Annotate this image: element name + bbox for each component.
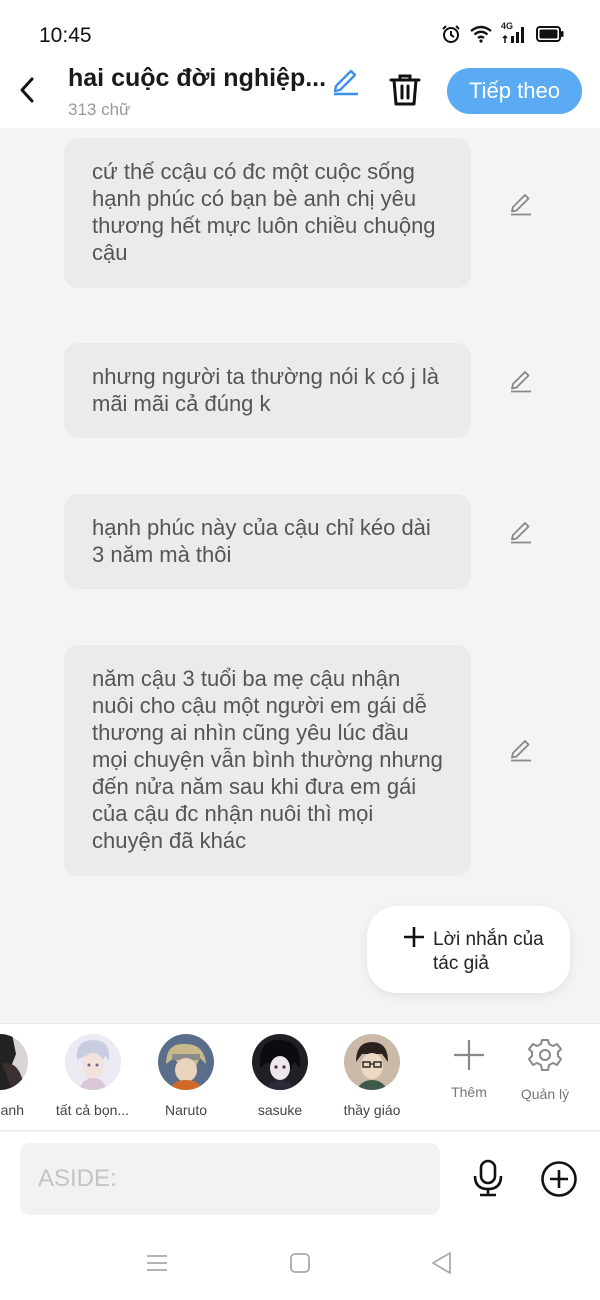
composer — [0, 1132, 600, 1224]
back-triangle-icon — [432, 1252, 451, 1274]
aside-input[interactable] — [20, 1143, 440, 1215]
home-nav-button[interactable] — [287, 1250, 313, 1276]
author-note-label: Lời nhắn của tác giả — [433, 929, 544, 974]
pencil-icon — [333, 69, 358, 96]
character-name: Naruto — [164, 1102, 208, 1118]
pencil-icon — [511, 194, 531, 216]
message-bubble[interactable]: nhưng người ta thường nói k có j là mãi … — [64, 343, 471, 438]
character-item[interactable]: anh — [0, 1034, 40, 1118]
edit-message-button[interactable] — [508, 518, 534, 544]
character-item[interactable]: thầy giáo — [334, 1034, 410, 1118]
avatar — [158, 1034, 214, 1090]
character-item[interactable]: Naruto — [148, 1034, 224, 1118]
wifi-icon — [470, 25, 492, 43]
message-bubble[interactable]: năm cậu 3 tuổi ba mẹ cậu nhận nuôi cho c… — [64, 645, 471, 876]
delete-button[interactable] — [387, 72, 423, 108]
avatar — [252, 1034, 308, 1090]
word-count: 313 chữ — [68, 100, 131, 119]
add-character-label: Thêm — [451, 1084, 487, 1100]
battery-icon — [536, 26, 564, 42]
manage-characters-button[interactable]: Quản lý — [514, 1038, 576, 1102]
edit-message-button[interactable] — [508, 736, 534, 762]
add-content-button[interactable] — [540, 1160, 578, 1198]
menu-nav-button[interactable] — [144, 1250, 170, 1276]
voice-input-button[interactable] — [470, 1159, 506, 1197]
author-note-button[interactable]: Lời nhắn của tác giả — [367, 906, 570, 993]
edit-message-button[interactable] — [508, 190, 534, 216]
back-button[interactable] — [12, 74, 42, 106]
status-time: 10:45 — [39, 24, 92, 47]
status-icons: 4G — [441, 21, 564, 44]
trash-icon — [389, 74, 421, 106]
signal-icon: 4G — [501, 21, 527, 44]
gear-icon — [528, 1039, 562, 1071]
avatar — [0, 1034, 28, 1090]
character-name: tất cả bọn... — [55, 1102, 130, 1118]
character-name: sasuke — [257, 1102, 303, 1118]
back-nav-button[interactable] — [429, 1250, 455, 1276]
edit-title-button[interactable] — [330, 64, 362, 96]
plus-icon — [404, 927, 424, 947]
alarm-icon — [442, 25, 460, 43]
editor-header: hai cuộc đời nghiệp... 313 chữ Tiếp theo — [0, 60, 600, 128]
avatar — [64, 1034, 121, 1090]
microphone-icon — [473, 1159, 503, 1197]
character-name: anh — [0, 1102, 24, 1118]
plus-icon — [454, 1040, 484, 1070]
pencil-icon — [511, 371, 531, 393]
story-title: hai cuộc đời nghiệp... — [68, 64, 327, 92]
message-bubble[interactable]: hạnh phúc này của cậu chỉ kéo dài 3 năm … — [64, 494, 471, 589]
system-nav-bar — [0, 1224, 600, 1300]
edit-message-button[interactable] — [508, 367, 534, 393]
status-bar: 10:45 4G — [0, 0, 600, 60]
character-item[interactable]: tất cả bọn... — [45, 1034, 140, 1118]
add-character-button[interactable]: Thêm — [444, 1038, 494, 1100]
message-list[interactable]: cứ thế ccậu có đc một cuộc sống hạnh phú… — [0, 128, 600, 1023]
next-button[interactable]: Tiếp theo — [447, 68, 582, 114]
menu-icon — [147, 1255, 167, 1271]
pencil-icon — [511, 740, 531, 762]
character-bar[interactable]: anh tất cả bọn... Naruto sasuke thầy giá… — [0, 1023, 600, 1131]
home-square-icon — [290, 1253, 310, 1273]
character-name: thầy giáo — [343, 1102, 401, 1118]
plus-circle-icon — [541, 1161, 577, 1197]
back-arrow-icon — [20, 77, 34, 103]
avatar — [344, 1034, 400, 1090]
manage-characters-label: Quản lý — [520, 1086, 570, 1102]
message-bubble[interactable]: cứ thế ccậu có đc một cuộc sống hạnh phú… — [64, 138, 471, 288]
character-item[interactable]: sasuke — [242, 1034, 318, 1118]
pencil-icon — [511, 522, 531, 544]
